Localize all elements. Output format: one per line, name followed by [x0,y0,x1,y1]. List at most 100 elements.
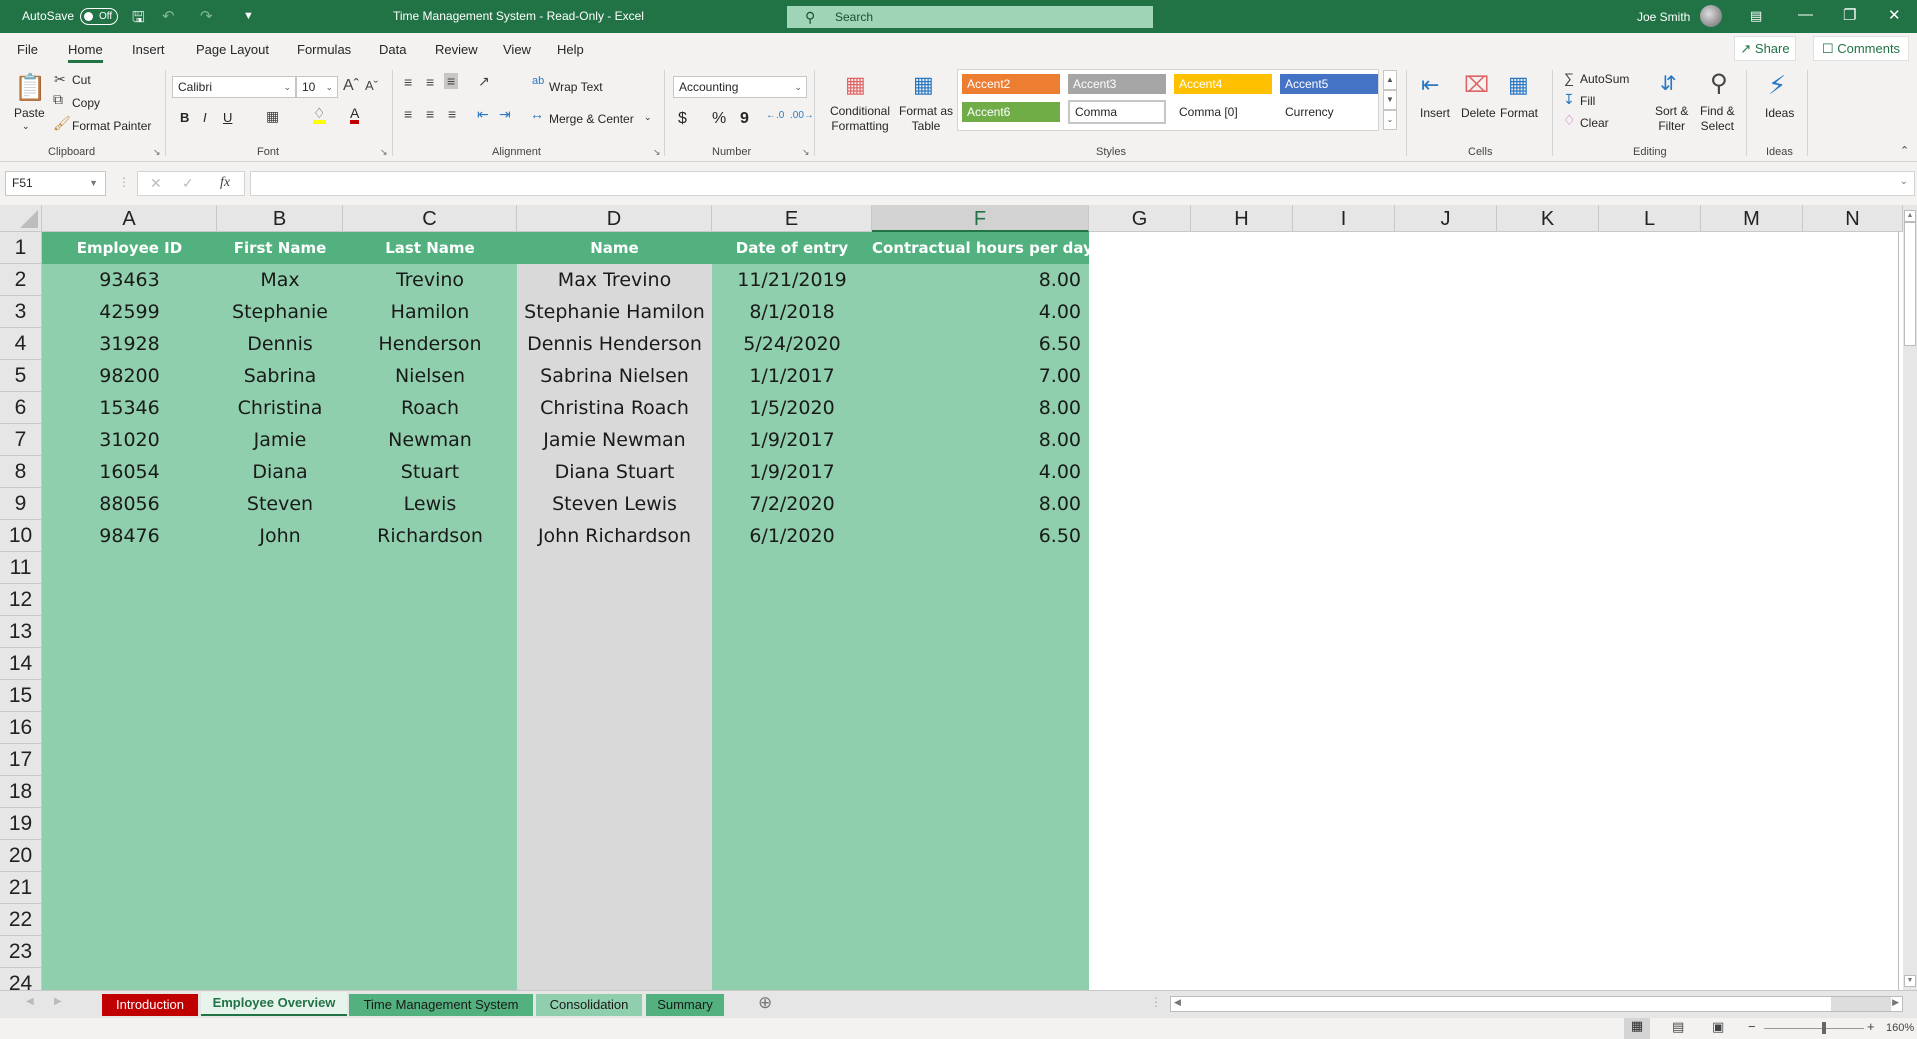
font-launcher-icon[interactable]: ↘ [380,147,388,158]
delete-cells-button[interactable]: Delete [1461,106,1496,121]
row-header-14[interactable]: 14 [0,648,42,680]
undo-icon[interactable]: ↶ [162,7,175,25]
gallery-more[interactable]: ⌄ [1383,110,1397,130]
row-header-11[interactable]: 11 [0,552,42,584]
search-box[interactable]: ⚲ Search [787,6,1153,28]
row-header-3[interactable]: 3 [0,296,42,328]
cell-f2[interactable]: 8.00 [872,264,1089,296]
column-header-c[interactable]: C [343,205,517,232]
comments-button[interactable]: ☐ Comments [1813,36,1909,61]
middle-align-icon[interactable]: ≡ [426,74,434,90]
cell-e9[interactable]: 7/2/2020 [712,488,872,520]
cell-f9[interactable]: 8.00 [872,488,1089,520]
cell-a2[interactable]: 93463 [42,264,217,296]
row-header-21[interactable]: 21 [0,872,42,904]
zoom-in-icon[interactable]: + [1867,1019,1875,1034]
minimize-icon[interactable]: — [1798,6,1813,23]
sheet-tab-time-management-system[interactable]: Time Management System [349,994,533,1016]
tab-data[interactable]: Data [379,42,406,57]
clear-button[interactable]: Clear [1580,116,1609,130]
column-header-j[interactable]: J [1395,205,1497,232]
column-header-l[interactable]: L [1599,205,1701,232]
zoom-slider[interactable] [1764,1028,1864,1029]
header-cell[interactable]: Name [517,235,712,262]
cell-c9[interactable]: Lewis [343,488,517,520]
increase-font-size-icon[interactable]: Aˆ [343,77,359,95]
align-right-icon[interactable]: ≡ [448,106,456,122]
style-accent2[interactable]: Accent2 [962,74,1060,94]
row-header-7[interactable]: 7 [0,424,42,456]
style-accent3[interactable]: Accent3 [1068,74,1166,94]
font-size-select[interactable]: 10 ⌄ [296,76,338,98]
cell-b3[interactable]: Stephanie [217,296,343,328]
column-header-a[interactable]: A [42,205,217,232]
expand-formula-bar-icon[interactable]: ⌄ [1900,176,1908,187]
row-header-19[interactable]: 19 [0,808,42,840]
restore-icon[interactable]: ❐ [1843,6,1856,24]
insert-function-icon[interactable]: fx [220,175,230,191]
number-launcher-icon[interactable]: ↘ [802,147,810,158]
wrap-text-button[interactable]: Wrap Text [549,80,603,94]
column-header-h[interactable]: H [1191,205,1293,232]
tab-home[interactable]: Home [68,42,103,63]
close-icon[interactable]: ✕ [1888,6,1901,24]
cell-c5[interactable]: Nielsen [343,360,517,392]
cell-f7[interactable]: 8.00 [872,424,1089,456]
paste-dropdown-icon[interactable]: ⌄ [22,121,30,132]
cell-d7[interactable]: Jamie Newman [517,424,712,456]
header-cell[interactable]: Employee ID [42,235,217,262]
cell-d2[interactable]: Max Trevino [517,264,712,296]
cell-f10[interactable]: 6.50 [872,520,1089,552]
name-box[interactable]: F51 ▼ [5,171,106,196]
sheet-tab-employee-overview[interactable]: Employee Overview [201,992,347,1016]
scroll-down-arrow[interactable]: ▼ [1904,975,1916,987]
horizontal-scrollbar[interactable]: ◀ ▶ [1170,996,1903,1012]
comma-style-button[interactable]: 9 [740,110,749,128]
column-header-f[interactable]: F [872,205,1089,232]
normal-view-icon[interactable]: ▦ [1624,1018,1650,1039]
cell-e7[interactable]: 1/9/2017 [712,424,872,456]
cell-a8[interactable]: 16054 [42,456,217,488]
select-all-button[interactable] [0,205,42,232]
row-header-15[interactable]: 15 [0,680,42,712]
column-header-n[interactable]: N [1803,205,1903,232]
row-header-16[interactable]: 16 [0,712,42,744]
row-header-8[interactable]: 8 [0,456,42,488]
increase-decimal-icon[interactable]: ←.0 [766,110,784,121]
percent-button[interactable]: % [712,110,726,128]
cell-d6[interactable]: Christina Roach [517,392,712,424]
sheet-tab-summary[interactable]: Summary [646,994,724,1016]
cell-d5[interactable]: Sabrina Nielsen [517,360,712,392]
collapse-ribbon-icon[interactable]: ⌃ [1900,144,1909,157]
cell-c2[interactable]: Trevino [343,264,517,296]
cell-f3[interactable]: 4.00 [872,296,1089,328]
top-align-icon[interactable]: ≡ [404,74,412,90]
format-as-table-button[interactable]: Format as Table [896,104,956,134]
cell-b4[interactable]: Dennis [217,328,343,360]
format-cells-button[interactable]: Format [1500,106,1538,121]
tab-splitter[interactable]: ⋮ [1150,995,1162,1009]
spreadsheet-grid[interactable]: A B C D E F G H I J K L M N 1 2 3 4 5 6 7 8 9 10 11 12 13 14 15 16 17 1… [0,205,1917,1000]
tab-page-layout[interactable]: Page Layout [196,42,269,57]
merge-center-button[interactable]: Merge & Center [549,112,634,126]
cell-f5[interactable]: 7.00 [872,360,1089,392]
ideas-button[interactable]: Ideas [1765,106,1794,121]
column-header-m[interactable]: M [1701,205,1803,232]
sort-filter-button[interactable]: Sort & Filter [1655,104,1688,134]
ribbon-display-options-icon[interactable]: ▤ [1750,8,1762,24]
zoom-slider-thumb[interactable] [1822,1022,1826,1034]
vertical-scrollbar[interactable]: ▲ ▼ [1903,205,1917,990]
row-header-18[interactable]: 18 [0,776,42,808]
cell-d10[interactable]: John Richardson [517,520,712,552]
cell-d8[interactable]: Diana Stuart [517,456,712,488]
decrease-font-size-icon[interactable]: Aˇ [365,78,378,93]
paste-button[interactable]: Paste [14,106,45,120]
horizontal-scroll-track[interactable] [1831,997,1891,1011]
header-cell[interactable]: Date of entry [712,235,872,262]
page-layout-view-icon[interactable]: ▤ [1672,1019,1684,1035]
style-comma[interactable]: Comma [1068,100,1166,124]
column-header-k[interactable]: K [1497,205,1599,232]
formula-bar-splitter[interactable]: ⋮ [118,175,130,189]
fill-color-icon[interactable]: ♢ [313,106,326,124]
font-color-icon[interactable]: A [350,106,360,124]
